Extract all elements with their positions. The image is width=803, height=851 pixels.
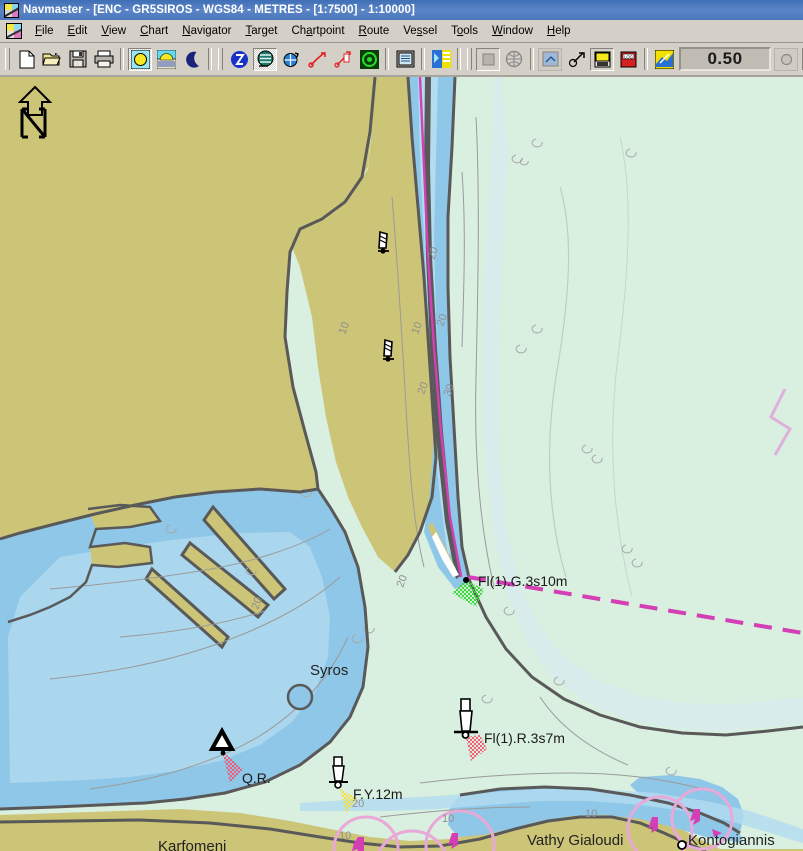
menu-item-vessel[interactable]: Vessel <box>396 23 444 39</box>
radar-target-icon[interactable] <box>357 48 381 71</box>
globe-icon[interactable] <box>502 48 526 71</box>
enc-chart-icon[interactable] <box>227 48 251 71</box>
svg-text:LOG: LOG <box>624 54 633 59</box>
toolbar-separator-2 <box>208 48 212 70</box>
place-label-karfomeni: Karfomeni <box>158 838 226 851</box>
menu-item-help[interactable]: Help <box>540 23 578 39</box>
depth-sounding: 10 <box>442 813 454 825</box>
chart-canvas[interactable]: Fl(1).G.3s10m Fl(1).R.3s7m Q.R. F.Y.12m … <box>0 77 803 851</box>
new-chart-icon[interactable] <box>14 48 38 71</box>
toolbar-grip-2[interactable] <box>218 48 223 70</box>
north-arrow-icon <box>17 85 53 139</box>
menu-item-chart[interactable]: Chart <box>133 23 175 39</box>
scale-value: 0.50 <box>707 49 743 68</box>
toolbar-separator-4 <box>421 48 425 70</box>
islet-circle <box>286 683 314 711</box>
menu-item-navigator[interactable]: Navigator <box>175 23 238 39</box>
day-palette-icon[interactable] <box>128 47 152 71</box>
depth-sounding: 10 <box>339 830 351 842</box>
window-title: Navmaster - [ENC - GR5SIROS - WGS84 - ME… <box>23 4 415 16</box>
light-label-qr: Q.R. <box>242 770 271 786</box>
measure-arrow-icon[interactable] <box>564 48 588 71</box>
toolbar: LOG 0.50 <box>0 43 803 77</box>
toolbar-grip[interactable] <box>5 48 10 70</box>
night-palette-icon[interactable] <box>180 48 204 71</box>
app-icon <box>4 2 19 18</box>
menu-item-chartpoint[interactable]: Chartpoint <box>284 23 351 39</box>
dusk-palette-icon[interactable] <box>154 48 178 71</box>
depth-sounding: 20 <box>352 798 364 810</box>
scale-display[interactable]: 0.50 <box>679 47 771 71</box>
menu-item-window[interactable]: Window <box>485 23 540 39</box>
title-bar: Navmaster - [ENC - GR5SIROS - WGS84 - ME… <box>0 0 803 20</box>
chart-layers-icon[interactable] <box>253 47 277 71</box>
menu-item-file[interactable]: File <box>28 23 61 39</box>
chart-info-icon[interactable] <box>429 48 453 71</box>
light-green-point <box>463 577 469 583</box>
print-icon[interactable] <box>92 48 116 71</box>
place-label-syros: Syros <box>310 662 348 679</box>
toolbar-separator-5 <box>457 48 461 70</box>
open-folder-icon[interactable] <box>40 48 64 71</box>
chart-list-icon[interactable] <box>393 48 417 71</box>
scale-chart-icon[interactable] <box>652 48 676 71</box>
compass-icon[interactable] <box>279 48 303 71</box>
place-label-vathy-gialoudi: Vathy Gialoudi <box>527 832 623 849</box>
toolbar-separator-6 <box>530 48 534 70</box>
logbook-icon[interactable] <box>590 47 614 71</box>
document-chart-icon[interactable] <box>6 23 22 39</box>
toolbar-separator-3 <box>385 48 389 70</box>
toolbar-separator <box>120 48 124 70</box>
toolbar-separator-7 <box>644 48 648 70</box>
menu-item-target[interactable]: Target <box>238 23 284 39</box>
nautical-chart[interactable]: Fl(1).G.3s10m Fl(1).R.3s7m Q.R. F.Y.12m … <box>0 77 803 851</box>
route-edit-icon[interactable] <box>331 48 355 71</box>
place-label-kontogiannis: Kontogiannis <box>688 832 775 849</box>
circle-button-icon[interactable] <box>774 47 798 71</box>
save-disk-icon[interactable] <box>66 48 90 71</box>
log-red-icon[interactable]: LOG <box>616 48 640 71</box>
menu-bar: File Edit View Chart Navigator Target Ch… <box>0 20 803 43</box>
menu-item-tools[interactable]: Tools <box>444 23 485 39</box>
light-label-green: Fl(1).G.3s10m <box>478 573 567 589</box>
menu-item-route[interactable]: Route <box>352 23 397 39</box>
chartpoint-icon[interactable] <box>538 47 562 71</box>
menu-item-view[interactable]: View <box>94 23 133 39</box>
light-label-red: Fl(1).R.3s7m <box>484 730 565 746</box>
depth-sounding: 10 <box>585 808 597 820</box>
stop-square-icon[interactable] <box>476 47 500 71</box>
far-east-deep <box>498 77 803 705</box>
menu-item-edit[interactable]: Edit <box>61 23 95 39</box>
toolbar-grip-3[interactable] <box>467 48 472 70</box>
route-line-icon[interactable] <box>305 48 329 71</box>
